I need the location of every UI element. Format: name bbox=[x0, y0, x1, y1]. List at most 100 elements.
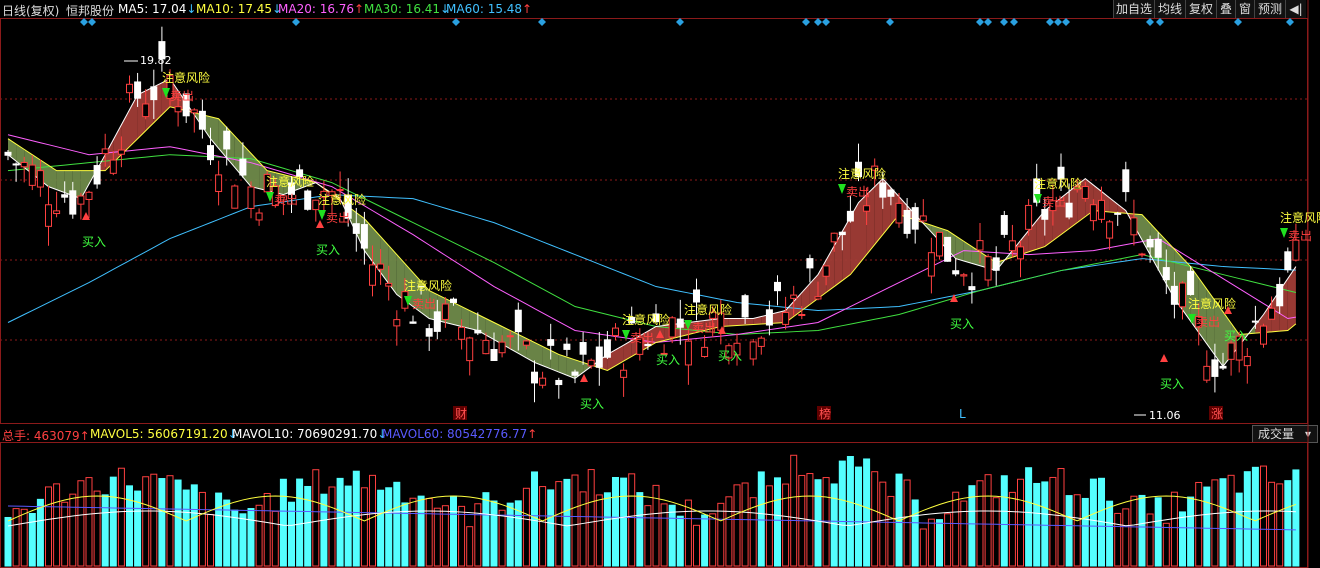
ma20-value: MA20: 16.76↑ bbox=[278, 2, 364, 16]
buy-signal-label: 买入 bbox=[316, 243, 340, 257]
ma-band-segment bbox=[1271, 290, 1280, 332]
ma-band-segment bbox=[469, 310, 478, 331]
ma20-text: MA20: 16.76 bbox=[278, 2, 355, 16]
volume-bar bbox=[174, 479, 182, 567]
sell-arrow-icon bbox=[622, 330, 630, 340]
ma30-text: MA30: 16.41 bbox=[364, 2, 441, 16]
volume-indicator-select-label: 成交量 bbox=[1258, 427, 1295, 441]
restore-rights-button[interactable]: 复权 bbox=[1185, 0, 1216, 18]
ma-band-segment bbox=[1028, 220, 1037, 252]
volume-bar bbox=[830, 483, 838, 567]
ma-band-segment bbox=[32, 154, 41, 181]
ma-band-segment bbox=[275, 172, 284, 195]
volume-bar bbox=[927, 518, 935, 567]
volume-bar bbox=[676, 515, 684, 567]
info-diamond-icon bbox=[1054, 18, 1062, 26]
volume-bar bbox=[231, 509, 239, 567]
volume-bar bbox=[944, 513, 952, 567]
candle-body bbox=[53, 210, 61, 215]
collapse-panel-button[interactable]: ◀| bbox=[1285, 0, 1306, 18]
ma-band-segment bbox=[413, 272, 422, 313]
ma-band-segment bbox=[105, 139, 114, 171]
sell-signal-label: 卖出 bbox=[274, 193, 298, 207]
candle-body bbox=[887, 189, 895, 197]
candle-body bbox=[660, 352, 668, 355]
ma-band-segment bbox=[680, 322, 689, 337]
event-marker-box bbox=[1209, 406, 1223, 420]
ma-band-segment bbox=[971, 246, 980, 266]
candle-body bbox=[936, 231, 943, 257]
ma-band-segment bbox=[1247, 324, 1256, 336]
candle-body bbox=[45, 204, 52, 227]
ma-band-segment bbox=[874, 178, 883, 245]
volume-bar bbox=[61, 501, 69, 567]
candle-body bbox=[1284, 251, 1292, 271]
ma-line-button[interactable]: 均线 bbox=[1154, 0, 1185, 18]
volume-bar bbox=[360, 487, 368, 567]
candle-body bbox=[150, 86, 158, 101]
volume-bar bbox=[1235, 492, 1243, 567]
volume-indicator-bar: 总手: 463079↑ MAVOL5: 56067191.20↓ MAVOL10… bbox=[0, 424, 1320, 443]
ma-band-segment bbox=[599, 354, 608, 371]
ma-band-segment bbox=[1190, 266, 1199, 333]
buy-arrow-icon bbox=[1224, 306, 1232, 314]
volume-indicator-select[interactable]: 成交量 ▾ bbox=[1252, 425, 1318, 443]
candle-body bbox=[620, 369, 628, 378]
candle-body bbox=[741, 295, 749, 318]
candle-body bbox=[360, 224, 368, 249]
forecast-button[interactable]: 预测 bbox=[1254, 0, 1285, 18]
ma-band-segment bbox=[283, 174, 292, 195]
volume-bar bbox=[344, 485, 352, 567]
volume-bar bbox=[814, 479, 822, 567]
ma-band-segment bbox=[712, 318, 721, 329]
ma-band-segment bbox=[915, 214, 924, 224]
ma-band-segment bbox=[1166, 240, 1175, 299]
volume-bar bbox=[304, 485, 312, 567]
volume-bar bbox=[134, 490, 142, 567]
kline-chart[interactable]: 19.8211.06注意风险卖出注意风险卖出 注意风险卖出注意风险卖出注意风险卖出… bbox=[0, 0, 1320, 568]
candle-body bbox=[215, 174, 223, 192]
candle-body bbox=[223, 130, 231, 150]
candle-body bbox=[1073, 186, 1081, 191]
ma-band-segment bbox=[16, 144, 25, 168]
add-to-watchlist-button[interactable]: 加自选 bbox=[1113, 0, 1154, 18]
candle-body bbox=[1089, 204, 1097, 222]
candle-body bbox=[506, 335, 514, 338]
volume-bar bbox=[1195, 481, 1203, 567]
candle-body bbox=[612, 327, 619, 337]
window-button[interactable]: 窗 bbox=[1235, 0, 1254, 18]
ma30-value: MA30: 16.41↓ bbox=[364, 2, 450, 16]
candle-body bbox=[1292, 239, 1300, 261]
volume-bar bbox=[709, 513, 717, 567]
volume-bar bbox=[1260, 465, 1267, 567]
risk-warning-label: 注意风险 bbox=[266, 174, 314, 189]
candle-body bbox=[838, 231, 846, 236]
volume-bar bbox=[652, 484, 660, 567]
sell-arrow-icon bbox=[404, 296, 412, 306]
candle-body bbox=[725, 345, 733, 359]
ma30-line bbox=[7, 154, 1297, 335]
ma-band-segment bbox=[137, 90, 146, 139]
volume-bar bbox=[1187, 496, 1195, 567]
volume-bar bbox=[919, 528, 927, 567]
ma-band-segment bbox=[40, 160, 49, 187]
ma-band-segment bbox=[696, 320, 705, 333]
volume-bar bbox=[28, 512, 36, 567]
volume-bar bbox=[215, 492, 223, 567]
candle-body bbox=[806, 258, 814, 269]
ma5-value: MA5: 17.04↓ bbox=[118, 2, 196, 16]
ma-band-segment bbox=[656, 325, 665, 343]
ma-band-segment bbox=[988, 257, 997, 271]
sell-arrow-icon bbox=[684, 320, 692, 330]
ma-band-segment bbox=[510, 330, 519, 354]
volume-bar bbox=[1033, 482, 1041, 567]
candle-body bbox=[1106, 221, 1114, 239]
candle-body bbox=[822, 265, 830, 277]
ma-band-segment bbox=[494, 322, 503, 345]
candle-body bbox=[207, 145, 214, 161]
info-diamond-icon bbox=[984, 18, 992, 26]
ma-band-segment bbox=[145, 86, 154, 131]
overlay-button[interactable]: 叠 bbox=[1216, 0, 1235, 18]
volume-bar bbox=[1025, 467, 1033, 567]
candle-body bbox=[765, 309, 773, 326]
